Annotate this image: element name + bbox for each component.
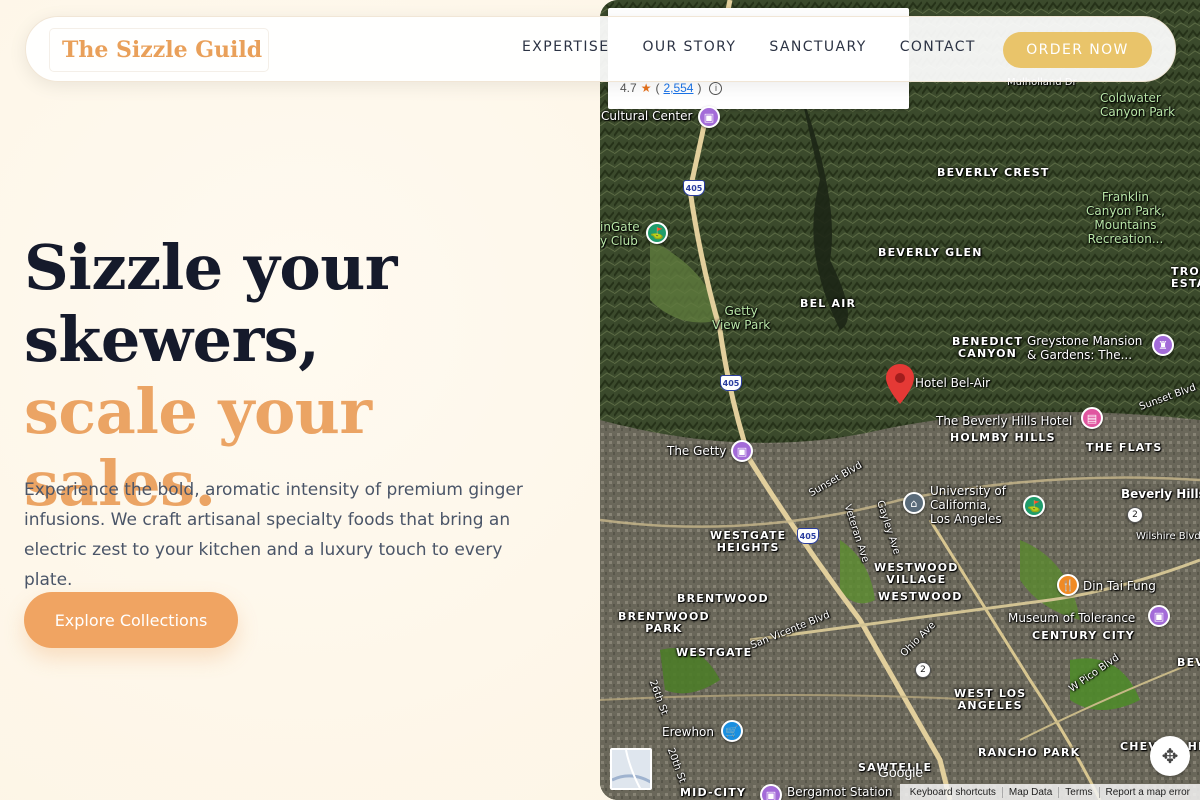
map-label: WESTGATE HEIGHTS [710,529,787,554]
hero-description: Experience the bold, aromatic intensity … [24,480,523,590]
map-label: BEVERL [1177,656,1200,669]
nav-links: EXPERTISE OUR STORY SANCTUARY CONTACT [522,39,1009,55]
order-now-button[interactable]: ORDER NOW [1003,32,1152,68]
keyboard-shortcuts-link[interactable]: Keyboard shortcuts [904,787,1002,798]
golf-icon[interactable]: ⛳ [1023,495,1045,517]
map-label: WESTGATE [676,646,753,659]
map-label: Din Tai Fung [1083,579,1156,593]
hero-heading-line2: skewers, [24,303,320,376]
map-label: Beverly Hills [1121,487,1200,501]
map-label: inGate y Club [600,220,640,248]
map-label: Getty View Park [712,304,771,332]
info-icon[interactable]: i [709,81,723,95]
restaurant-icon[interactable]: 🍴 [1057,574,1079,596]
google-logo: Google [878,764,924,780]
brand-logo[interactable]: The Sizzle Guild [50,29,268,71]
map-label: Cultural Center [601,109,693,123]
shopping-cart-icon[interactable]: 🛒 [721,720,743,742]
top-navbar: The Sizzle Guild EXPERTISE OUR STORY SAN… [25,16,1176,82]
map-label: The Beverly Hills Hotel [936,414,1073,428]
map-label: Erewhon [662,725,715,739]
map-label: BENEDICT CANYON [952,335,1024,360]
map-label: THE FLATS [1086,441,1163,454]
report-map-error-link[interactable]: Report a map error [1098,786,1196,798]
place-rating: 4.7 ★ (2,554) i [620,81,723,95]
star-icon: ★ [640,81,652,95]
hotel-icon[interactable]: ▤ [1081,407,1103,429]
map-label: The Getty [667,444,727,458]
museum-icon[interactable]: ▣ [698,106,720,128]
interstate-405-shield-icon: 405 [797,528,819,544]
university-icon[interactable]: ⌂ [903,492,925,514]
map-label: Museum of Tolerance [1008,611,1136,625]
route-2-shield-icon: 2 [1127,507,1143,523]
terms-link[interactable]: Terms [1058,786,1098,798]
map-label: MID-CITY [680,786,747,799]
map-label: WEST LOS ANGELES [954,687,1027,712]
map-label: University of California, Los Angeles [930,484,1006,526]
map-label: Greystone Mansion & Gardens: The... [1027,334,1143,362]
nav-link-expertise[interactable]: EXPERTISE [522,39,609,55]
map-label: TROUS ESTA [1171,265,1200,290]
camera-control-icon[interactable]: ✥ [1150,736,1190,776]
map-label: BRENTWOOD PARK [618,610,710,635]
map-thumbnail-icon [612,750,650,788]
location-map[interactable]: 4.7 ★ (2,554) i Cultural Center ▣ Mulhol… [600,0,1200,800]
map-label: Hotel Bel-Air [915,376,991,390]
map-label: WESTWOOD [878,590,963,603]
map-label: CENTURY CITY [1032,629,1135,642]
map-label: RANCHO PARK [978,746,1081,759]
map-label: BRENTWOOD [677,592,769,605]
map-road-label: Wilshire Blvd [1136,531,1200,542]
map-label: WESTWOOD VILLAGE [874,561,959,586]
golf-icon[interactable]: ⛳ [646,222,668,244]
map-type-toggle-button[interactable] [610,748,652,790]
map-label: Coldwater Canyon Park [1100,91,1176,119]
location-pin-icon[interactable] [886,364,914,404]
map-label: BEVERLY GLEN [878,246,983,259]
explore-collections-button[interactable]: Explore Collections [24,592,238,648]
map-label: BEL AIR [800,297,857,310]
map-label: BEVERLY CREST [937,166,1050,179]
map-data-link[interactable]: Map Data [1001,786,1058,798]
museum-icon[interactable]: ▣ [731,440,753,462]
map-label: Bergamot Station [787,785,893,799]
interstate-405-shield-icon: 405 [683,180,705,196]
interstate-405-shield-icon: 405 [720,375,742,391]
nav-link-sanctuary[interactable]: SANCTUARY [769,39,866,55]
map-attribution-bar: Keyboard shortcuts Map Data Terms Report… [899,784,1200,800]
museum-icon[interactable]: ▣ [1148,605,1170,627]
hero-heading-line1: Sizzle your [24,231,397,304]
nav-link-our-story[interactable]: OUR STORY [642,39,736,55]
nav-link-contact[interactable]: CONTACT [900,39,976,55]
map-label: HOLMBY HILLS [950,431,1056,444]
museum-icon[interactable]: ▣ [760,784,782,800]
route-2-shield-icon: 2 [915,662,931,678]
review-count-link[interactable]: 2,554 [663,81,693,95]
rating-value: 4.7 [620,81,637,95]
landmark-icon[interactable]: ♜ [1152,334,1174,356]
map-label: Franklin Canyon Park, Mountains Recreati… [1086,190,1165,246]
